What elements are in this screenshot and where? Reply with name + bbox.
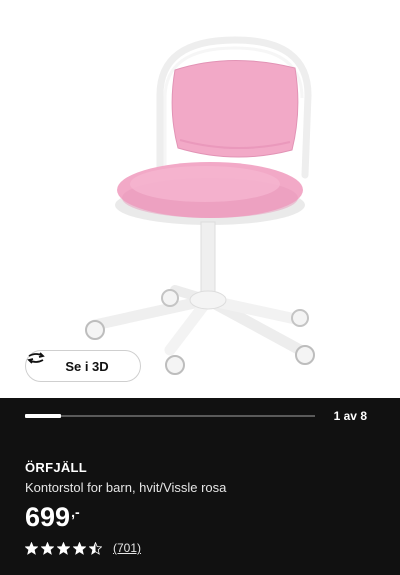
product-description: Kontorstol for barn, hvit/Vissle rosa (25, 480, 227, 495)
view-in-3d-label: Se i 3D (65, 358, 109, 374)
star-full-icon (25, 541, 38, 555)
product-price: 699 ,- (25, 500, 80, 534)
price-suffix: ,- (71, 504, 80, 520)
carousel-progress-bar[interactable] (25, 414, 315, 418)
carousel-progress-fill (25, 414, 62, 418)
star-full-icon (41, 541, 54, 555)
star-full-icon (57, 541, 70, 555)
review-count-link[interactable]: (701) (113, 541, 141, 555)
product-rating[interactable]: (701) (25, 541, 141, 555)
chair-image (85, 36, 315, 375)
view-in-3d-button[interactable]: Se i 3D (25, 350, 141, 382)
star-full-icon (73, 541, 86, 555)
star-half-icon (89, 541, 102, 555)
product-info-panel: 1 av 8 ÖRFJÄLL Kontorstol for barn, hvit… (0, 398, 400, 575)
price-amount: 699 (25, 502, 71, 532)
product-image-area[interactable]: Se i 3D (0, 0, 400, 398)
product-name: ÖRFJÄLL (25, 460, 88, 475)
carousel-page-counter: 1 av 8 (333, 409, 367, 423)
